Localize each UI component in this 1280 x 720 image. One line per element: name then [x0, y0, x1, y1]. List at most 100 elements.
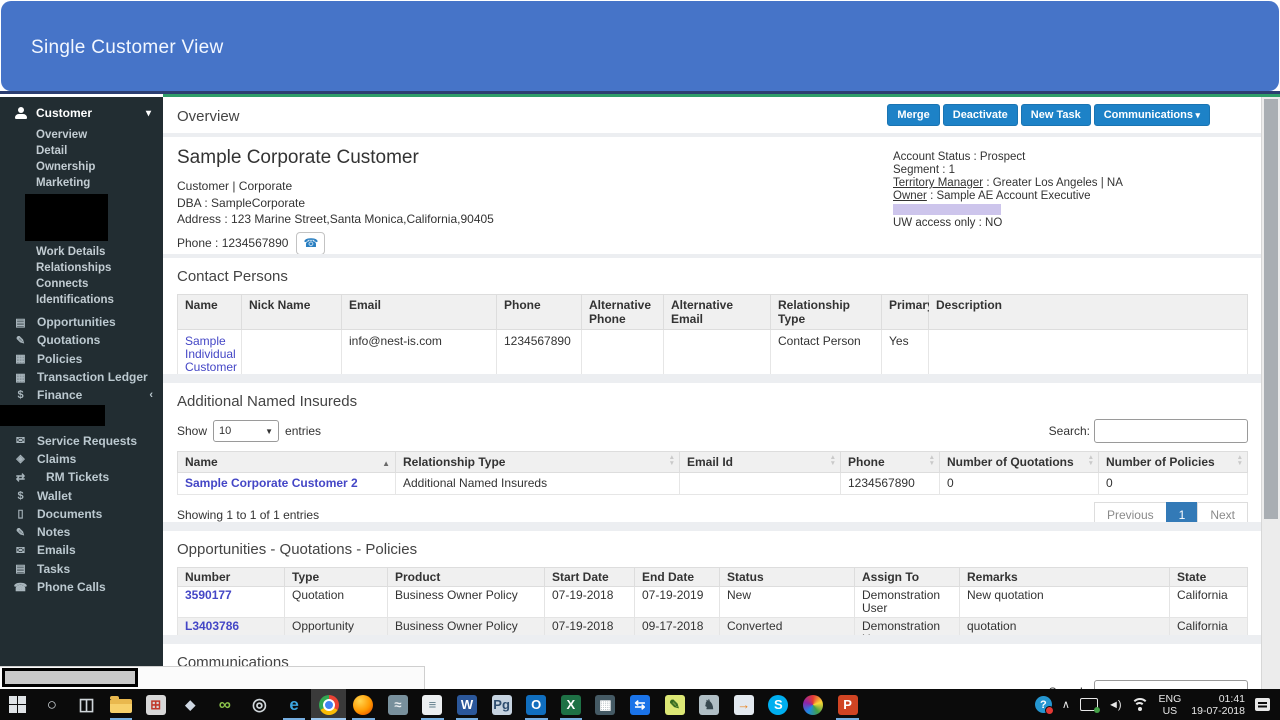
- word-button[interactable]: W: [450, 689, 485, 720]
- table-header-row: Name Relationship Type Email Id Phone Nu…: [177, 451, 1248, 473]
- search-input[interactable]: [1094, 680, 1248, 689]
- tray-expand-icon[interactable]: ∧: [1062, 698, 1070, 711]
- column-header: Nick Name: [241, 294, 342, 330]
- sidebar-item-connects[interactable]: Connects: [0, 276, 163, 292]
- sidebar-item-opportunities[interactable]: ▤ Opportunities: [0, 313, 163, 331]
- column-header: Type: [284, 567, 388, 587]
- envelope-icon: ✉: [15, 544, 26, 557]
- sidebar-item-overview[interactable]: Overview: [0, 127, 163, 143]
- start-button[interactable]: [0, 689, 35, 720]
- column-header-sortable[interactable]: Relationship Type: [395, 451, 680, 473]
- task-view-button[interactable]: ◫: [69, 689, 104, 720]
- sidebar-item-identifications[interactable]: Identifications: [0, 292, 163, 308]
- paint-palette-button[interactable]: [796, 689, 831, 720]
- postgresql-button[interactable]: Pg: [484, 689, 519, 720]
- sidebar-item-notes[interactable]: ✎ Notes: [0, 523, 163, 541]
- merge-button[interactable]: Merge: [887, 104, 940, 126]
- help-notification-icon[interactable]: ?: [1034, 696, 1054, 715]
- dropbox-button[interactable]: ◆: [173, 689, 208, 720]
- chrome-button[interactable]: [311, 689, 346, 720]
- column-header: Alternative Email: [663, 294, 771, 330]
- action-center-icon[interactable]: [1255, 698, 1270, 711]
- vertical-scrollbar[interactable]: [1261, 97, 1280, 689]
- sidebar-item-customer[interactable]: Customer ▾: [0, 97, 163, 125]
- teamviewer-button[interactable]: ⇆: [623, 689, 658, 720]
- pinned-app-button[interactable]: ♞: [692, 689, 727, 720]
- cortana-button[interactable]: ○: [35, 689, 70, 720]
- column-header-sortable[interactable]: Number of Quotations: [939, 451, 1099, 473]
- sidebar-item-claims[interactable]: ◈ Claims: [0, 450, 163, 468]
- search-box: Search:: [1049, 680, 1248, 689]
- skype-button[interactable]: S: [761, 689, 796, 720]
- sidebar-item-transaction-ledger[interactable]: ▦ Transaction Ledger: [0, 368, 163, 386]
- sidebar-item-quotations[interactable]: ✎ Quotations: [0, 331, 163, 349]
- windows-logo-icon: [8, 695, 27, 714]
- column-header-sortable[interactable]: Phone: [840, 451, 940, 473]
- firefox-button[interactable]: [346, 689, 381, 720]
- sidebar-item-documents[interactable]: ▯ Documents: [0, 505, 163, 523]
- sidebar-item-phone-calls[interactable]: ☎ Phone Calls: [0, 578, 163, 596]
- infinity-app-button[interactable]: ∞: [208, 689, 243, 720]
- performance-monitor-button[interactable]: ≈: [381, 689, 416, 720]
- store-button[interactable]: ⊞: [138, 689, 173, 720]
- taskbar: ○ ◫ ⊞ ◆ ∞ ◎ e ≈ ≡ W Pg O X ▦ ⇆ ✎ ♞ → S P: [0, 689, 1280, 720]
- excel-button[interactable]: X: [554, 689, 589, 720]
- wifi-icon[interactable]: [1130, 698, 1149, 711]
- next-page-button[interactable]: Next: [1197, 502, 1248, 522]
- insured-link[interactable]: Sample Corporate Customer 2: [185, 476, 358, 490]
- sidebar-item-service-requests[interactable]: ✉ Service Requests: [0, 431, 163, 449]
- language-indicator[interactable]: ENG US: [1159, 693, 1182, 717]
- page-1-button[interactable]: 1: [1165, 502, 1199, 522]
- new-task-button[interactable]: New Task: [1020, 104, 1091, 126]
- cell-status: New: [719, 586, 855, 618]
- communications-button[interactable]: Communications: [1093, 104, 1210, 126]
- sidebar-item-finance[interactable]: $ Finance ‹: [0, 386, 163, 404]
- volume-icon[interactable]: ◄): [1108, 699, 1122, 711]
- sidebar-item-emails[interactable]: ✉ Emails: [0, 541, 163, 559]
- remote-access-tray-icon[interactable]: [1079, 698, 1100, 713]
- scrollbar-thumb[interactable]: [1264, 99, 1278, 519]
- notes-app-button[interactable]: ✎: [657, 689, 692, 720]
- contact-persons-card: Contact Persons Name Nick Name Email Pho…: [163, 258, 1262, 374]
- sidebar-item-marketing[interactable]: Marketing: [0, 175, 163, 191]
- call-button[interactable]: ☎: [296, 231, 326, 254]
- postgresql-icon: Pg: [491, 694, 512, 715]
- column-header: Alternative Phone: [581, 294, 664, 330]
- search-input[interactable]: [1094, 419, 1248, 443]
- deactivate-button[interactable]: Deactivate: [942, 104, 1018, 126]
- sidebar-item-ownership[interactable]: Ownership: [0, 159, 163, 175]
- column-header-sortable[interactable]: Name: [177, 451, 396, 473]
- column-header: State: [1169, 567, 1248, 587]
- clock[interactable]: 01:41 19-07-2018: [1191, 693, 1245, 717]
- mail-forward-app-button[interactable]: →: [726, 689, 761, 720]
- sidebar-item-tasks[interactable]: ▤ Tasks: [0, 560, 163, 578]
- outlook-button[interactable]: O: [519, 689, 554, 720]
- sidebar-item-rm-tickets[interactable]: ⇄ RM Tickets: [0, 468, 163, 486]
- table-row: Sample Individual Customer info@nest-is.…: [177, 329, 1248, 374]
- entries-select[interactable]: 10▼: [213, 420, 280, 442]
- file-explorer-button[interactable]: [104, 689, 139, 720]
- record-number-link[interactable]: L3403786: [185, 619, 239, 633]
- person-icon: [14, 107, 27, 119]
- time: 01:41: [1218, 692, 1245, 705]
- edge-button[interactable]: e: [277, 689, 312, 720]
- sidebar-item-wallet[interactable]: $ Wallet: [0, 486, 163, 504]
- contact-link[interactable]: Sample Individual Customer: [185, 334, 237, 374]
- record-number-link[interactable]: 3590177: [185, 588, 232, 602]
- palette-icon: [802, 694, 823, 715]
- sidebar-item-policies[interactable]: ▦ Policies: [0, 350, 163, 368]
- target-icon: ◎: [252, 695, 267, 714]
- target-app-button[interactable]: ◎: [242, 689, 277, 720]
- sidebar-item-detail[interactable]: Detail: [0, 143, 163, 159]
- column-header-sortable[interactable]: Number of Policies: [1098, 451, 1248, 473]
- file-icon: ▯: [17, 508, 24, 521]
- column-header-sortable[interactable]: Email Id: [679, 451, 841, 473]
- cell-description: [928, 329, 1248, 374]
- sidebar-item-work-details[interactable]: Work Details: [0, 244, 163, 260]
- powerpoint-button[interactable]: P: [830, 689, 865, 720]
- dropbox-icon: ◆: [185, 697, 196, 712]
- calculator-button[interactable]: ▦: [588, 689, 623, 720]
- sidebar-item-relationships[interactable]: Relationships: [0, 260, 163, 276]
- notepad-button[interactable]: ≡: [415, 689, 450, 720]
- previous-page-button[interactable]: Previous: [1093, 502, 1167, 522]
